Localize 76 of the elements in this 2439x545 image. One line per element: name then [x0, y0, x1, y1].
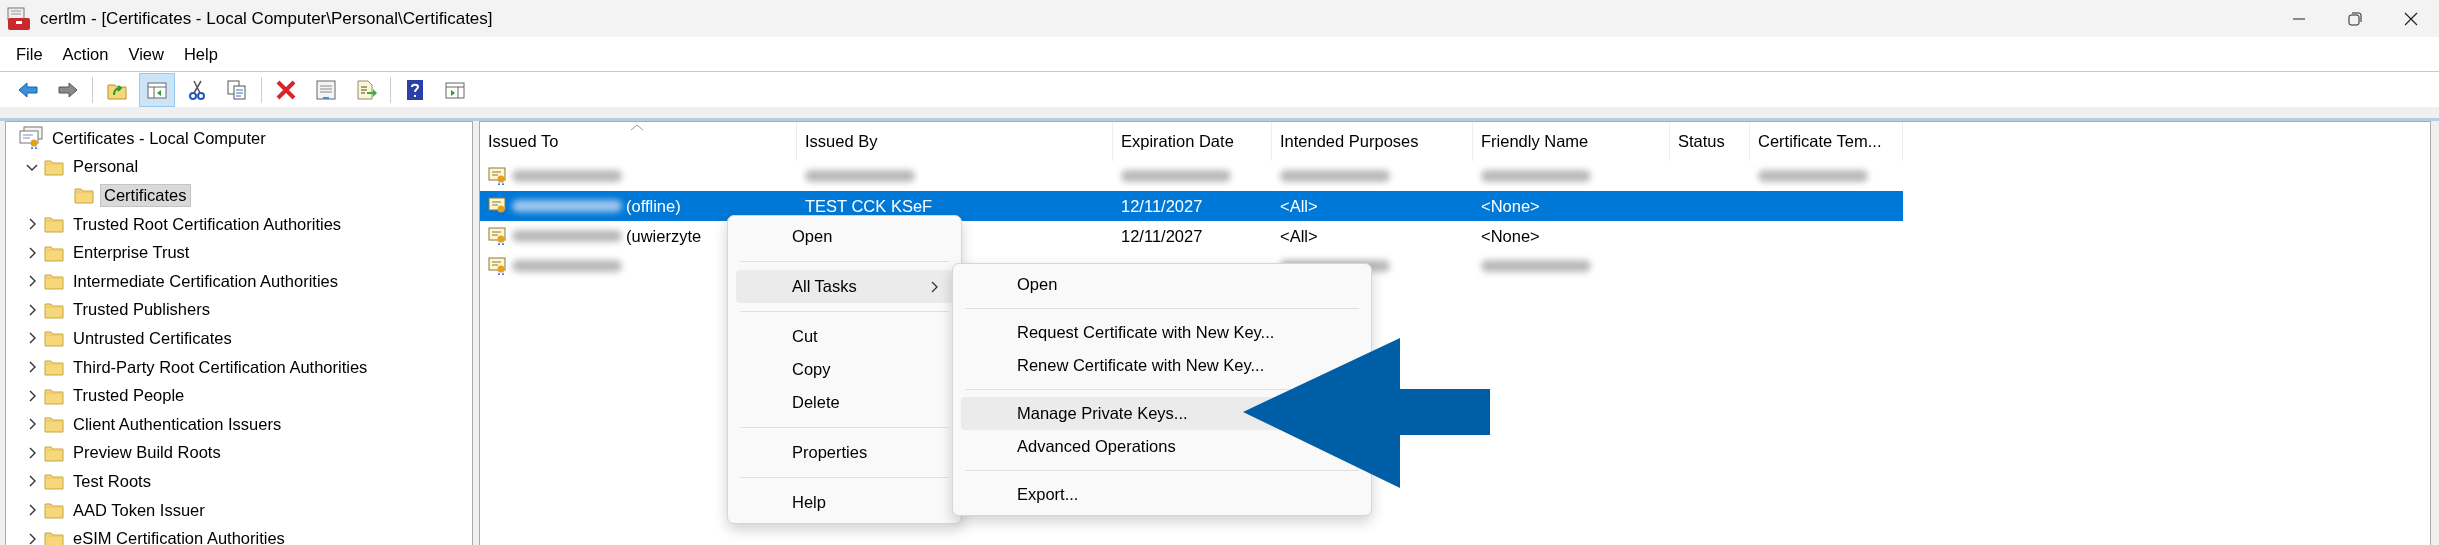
- properties-icon: [315, 78, 337, 101]
- menu-item[interactable]: Request Certificate with New Key...: [961, 316, 1363, 349]
- table-cell: <All>: [1280, 196, 1318, 216]
- menu-item[interactable]: Delete: [736, 386, 953, 419]
- menu-item[interactable]: All Tasks: [736, 270, 953, 303]
- menu-item[interactable]: Copy: [736, 353, 953, 386]
- restore-icon[interactable]: [2348, 11, 2362, 26]
- tree-item[interactable]: Personal: [70, 156, 142, 178]
- table-cell: 12/11/2027: [1121, 196, 1203, 216]
- menu-bar-item[interactable]: Help: [173, 40, 228, 68]
- tree-item[interactable]: Certificates: [100, 184, 191, 207]
- tree-item[interactable]: Untrusted Certificates: [70, 327, 235, 349]
- help-icon: [404, 78, 426, 101]
- folder-icon: [44, 358, 64, 377]
- menu-item[interactable]: Open: [736, 220, 953, 253]
- folder-icon: [44, 443, 64, 462]
- column-header[interactable]: Friendly Name: [1473, 122, 1670, 161]
- column-header[interactable]: Issued By: [797, 122, 1113, 161]
- close-icon[interactable]: [2404, 11, 2418, 26]
- folder-icon: [74, 186, 94, 205]
- column-header[interactable]: Status: [1670, 122, 1750, 161]
- toolbox-icon: [6, 6, 32, 31]
- folder-icon: [44, 243, 64, 262]
- folder-icon: [44, 329, 64, 348]
- selected-row[interactable]: (offline) TEST CCK KSeF 12/11/2027 <All> <None>: [480, 191, 1903, 221]
- folder-icon: [44, 300, 64, 319]
- table-cell: <None>: [1481, 196, 1540, 216]
- table-cell: <None>: [1481, 226, 1540, 246]
- certificates-icon: [18, 126, 44, 151]
- menu-item[interactable]: Open: [961, 268, 1363, 301]
- tree-item[interactable]: AAD Token Issuer: [70, 499, 208, 521]
- menu-item[interactable]: Export...: [961, 478, 1363, 511]
- table-cell: 12/11/2027: [1121, 226, 1203, 246]
- tree-item[interactable]: Enterprise Trust: [70, 242, 193, 264]
- menu-item[interactable]: Properties: [736, 436, 953, 469]
- table-cell: TEST CCK KSeF: [805, 196, 933, 216]
- tree-item[interactable]: Client Authentication Issuers: [70, 413, 285, 435]
- folder-icon: [44, 472, 64, 491]
- column-header[interactable]: Expiration Date: [1113, 122, 1272, 161]
- tree-item[interactable]: Test Roots: [70, 470, 154, 492]
- column-header[interactable]: Certificate Tem...: [1750, 122, 1903, 161]
- delete-icon: [275, 78, 297, 101]
- table-cell: (offline): [626, 196, 681, 216]
- tree-root[interactable]: Certificates - Local Computer: [52, 128, 266, 148]
- menu-item[interactable]: Cut: [736, 320, 953, 353]
- menu-bar-item[interactable]: View: [118, 40, 174, 68]
- table-cell: (uwierzyte: [626, 226, 702, 246]
- folder-icon: [44, 529, 64, 545]
- export-icon: [355, 78, 377, 101]
- window-title: certlm - [Certificates - Local Computer\Personal\Certificates]: [40, 8, 494, 29]
- folder-icon: [44, 215, 64, 234]
- tree-item[interactable]: Trusted People: [70, 385, 188, 407]
- scissors-icon: [186, 78, 208, 101]
- table-cell: <All>: [1280, 226, 1318, 246]
- certificate-icon: [488, 196, 508, 216]
- tree-item[interactable]: eSIM Certification Authorities: [70, 528, 288, 545]
- certificate-icon: [488, 166, 508, 186]
- certificate-icon: [488, 256, 508, 276]
- menu-item[interactable]: Help: [736, 486, 953, 519]
- chevron-right-icon: [931, 280, 939, 293]
- tree-item[interactable]: Trusted Root Certification Authorities: [70, 213, 345, 235]
- copy-icon: [226, 78, 248, 101]
- tree-item[interactable]: Intermediate Certification Authorities: [70, 270, 342, 292]
- folder-icon: [44, 157, 64, 176]
- folder-icon: [44, 501, 64, 519]
- folder-icon: [44, 386, 64, 405]
- column-header[interactable]: Issued To: [480, 122, 797, 161]
- tree-item[interactable]: Third-Party Root Certification Authorities: [70, 356, 371, 378]
- folder-icon: [44, 272, 64, 291]
- folder-icon: [44, 415, 64, 434]
- menu-bar-item[interactable]: Action: [52, 40, 119, 68]
- tree-item[interactable]: Trusted Publishers: [70, 299, 213, 321]
- column-header[interactable]: Intended Purposes: [1272, 122, 1473, 161]
- tree-item[interactable]: Preview Build Roots: [70, 442, 224, 464]
- menu-bar-item[interactable]: File: [6, 40, 53, 68]
- certificate-icon: [488, 226, 508, 246]
